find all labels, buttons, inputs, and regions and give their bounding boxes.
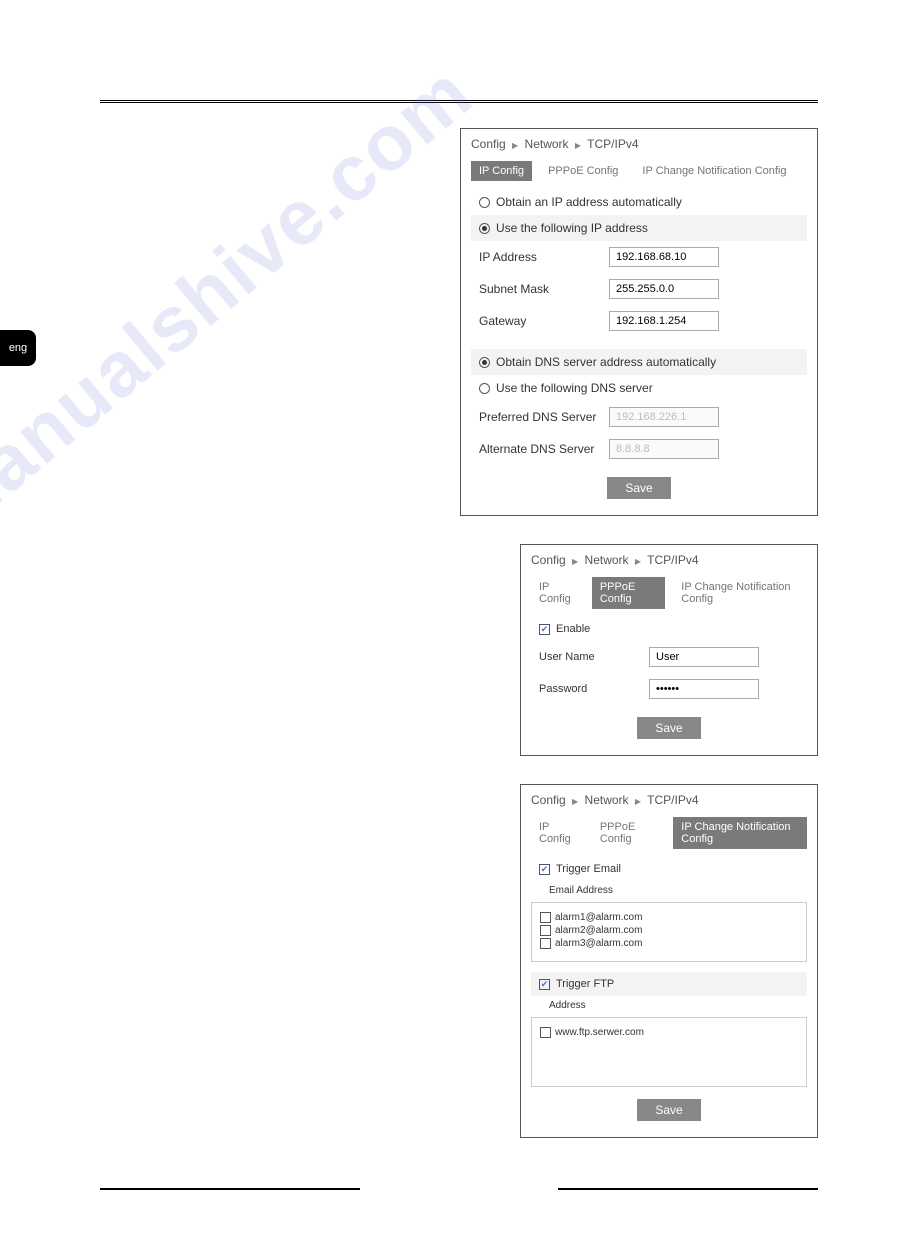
chevron-right-icon: ▶ [635,797,641,806]
tab-ip-change-notif[interactable]: IP Change Notification Config [673,577,807,609]
option-label: Obtain DNS server address automatically [496,355,716,369]
tab-ip-change-notif[interactable]: IP Change Notification Config [634,161,794,181]
radio-icon [479,383,490,394]
checkbox-checked-icon [539,979,550,990]
save-button[interactable]: Save [637,1099,700,1121]
radio-checked-icon [479,223,490,234]
field-password: Password [531,673,807,705]
option-obtain-dns-auto[interactable]: Obtain DNS server address automatically [471,349,807,375]
field-gateway: Gateway [471,305,807,337]
checkbox-icon [540,912,551,923]
save-button[interactable]: Save [607,477,670,499]
option-use-static-ip[interactable]: Use the following IP address [471,215,807,241]
radio-checked-icon [479,357,490,368]
field-subnet-mask: Subnet Mask [471,273,807,305]
crumb-config: Config [531,793,566,807]
list-item[interactable]: www.ftp.serwer.com [540,1026,798,1039]
checkbox-icon [540,1027,551,1038]
language-tab: eng [0,330,36,366]
email-text: alarm1@alarm.com [555,912,642,923]
crumb-network: Network [585,553,629,567]
option-obtain-ip-auto[interactable]: Obtain an IP address automatically [471,189,807,215]
checkbox-icon [540,938,551,949]
field-label: Alternate DNS Server [479,442,609,456]
field-label: Password [539,683,649,695]
gateway-input[interactable] [609,311,719,331]
field-label: Preferred DNS Server [479,410,609,424]
ftp-list-box: www.ftp.serwer.com [531,1017,807,1087]
crumb-tcpip: TCP/IPv4 [647,553,698,567]
option-use-static-dns[interactable]: Use the following DNS server [471,375,807,401]
chevron-right-icon: ▶ [575,141,581,150]
chevron-right-icon: ▶ [572,797,578,806]
field-label: Subnet Mask [479,282,609,296]
option-label: Enable [556,623,590,635]
tab-pppoe-config[interactable]: PPPoE Config [592,577,665,609]
crumb-tcpip: TCP/IPv4 [587,137,638,151]
save-button[interactable]: Save [637,717,700,739]
panel-ip-change-notif: Config ▶ Network ▶ TCP/IPv4 IP Config PP… [520,784,818,1138]
field-ip-address: IP Address [471,241,807,273]
option-trigger-email[interactable]: Trigger Email [531,857,807,881]
option-label: Trigger Email [556,863,621,875]
header-rule [100,100,818,103]
crumb-network: Network [525,137,569,151]
breadcrumb: Config ▶ Network ▶ TCP/IPv4 [531,553,807,577]
alternate-dns-input[interactable] [609,439,719,459]
email-text: alarm3@alarm.com [555,938,642,949]
panel-ip-config: Config ▶ Network ▶ TCP/IPv4 IP Config PP… [460,128,818,516]
checkbox-checked-icon [539,624,550,635]
email-address-label: Email Address [531,881,807,898]
preferred-dns-input[interactable] [609,407,719,427]
option-label: Obtain an IP address automatically [496,195,682,209]
tab-ip-change-notif[interactable]: IP Change Notification Config [673,817,807,849]
subnet-mask-input[interactable] [609,279,719,299]
field-preferred-dns: Preferred DNS Server [471,401,807,433]
ftp-text: www.ftp.serwer.com [555,1027,644,1038]
footer-rules [100,1188,818,1190]
radio-icon [479,197,490,208]
option-label: Use the following DNS server [496,381,653,395]
tab-ip-config[interactable]: IP Config [531,577,584,609]
list-item[interactable]: alarm2@alarm.com [540,924,798,937]
tabs: IP Config PPPoE Config IP Change Notific… [471,161,807,181]
option-enable-pppoe[interactable]: Enable [531,617,807,641]
crumb-config: Config [531,553,566,567]
field-label: Gateway [479,314,609,328]
tab-pppoe-config[interactable]: PPPoE Config [540,161,626,181]
field-alternate-dns: Alternate DNS Server [471,433,807,465]
ip-address-input[interactable] [609,247,719,267]
tabs: IP Config PPPoE Config IP Change Notific… [531,577,807,609]
list-item[interactable]: alarm1@alarm.com [540,911,798,924]
crumb-network: Network [585,793,629,807]
ftp-address-label: Address [531,996,807,1013]
panel-pppoe: Config ▶ Network ▶ TCP/IPv4 IP Config PP… [520,544,818,756]
tabs: IP Config PPPoE Config IP Change Notific… [531,817,807,849]
option-label: Trigger FTP [556,978,614,990]
option-label: Use the following IP address [496,221,648,235]
tab-ip-config[interactable]: IP Config [531,817,584,849]
list-item[interactable]: alarm3@alarm.com [540,937,798,950]
field-label: IP Address [479,250,609,264]
email-list-box: alarm1@alarm.com alarm2@alarm.com alarm3… [531,902,807,962]
crumb-tcpip: TCP/IPv4 [647,793,698,807]
password-input[interactable] [649,679,759,699]
field-label: User Name [539,651,649,663]
crumb-config: Config [471,137,506,151]
email-text: alarm2@alarm.com [555,925,642,936]
option-trigger-ftp[interactable]: Trigger FTP [531,972,807,996]
tab-pppoe-config[interactable]: PPPoE Config [592,817,665,849]
chevron-right-icon: ▶ [512,141,518,150]
chevron-right-icon: ▶ [635,557,641,566]
checkbox-icon [540,925,551,936]
chevron-right-icon: ▶ [572,557,578,566]
breadcrumb: Config ▶ Network ▶ TCP/IPv4 [531,793,807,817]
checkbox-checked-icon [539,864,550,875]
breadcrumb: Config ▶ Network ▶ TCP/IPv4 [471,137,807,161]
username-input[interactable] [649,647,759,667]
tab-ip-config[interactable]: IP Config [471,161,532,181]
field-username: User Name [531,641,807,673]
